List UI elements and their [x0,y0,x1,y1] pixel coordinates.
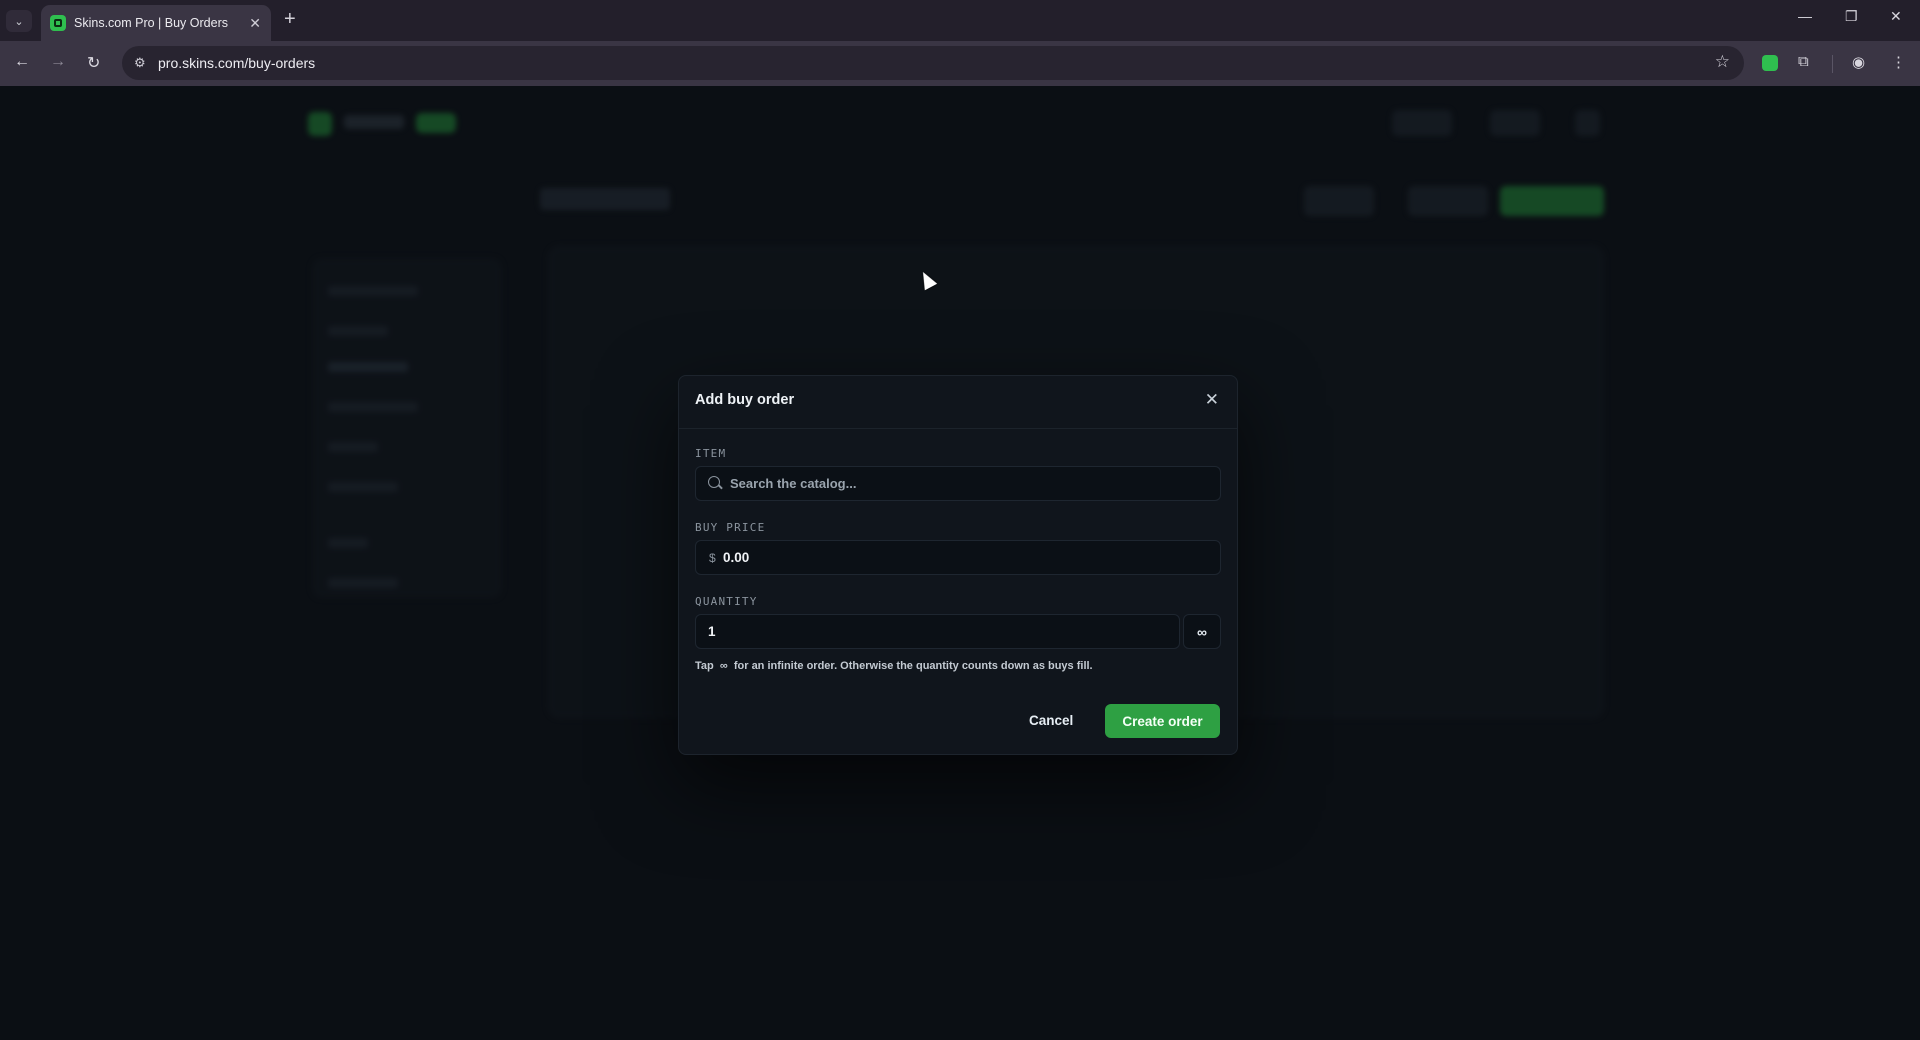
hint-pre: Tap [695,660,714,672]
skins-favicon-icon [50,15,66,31]
tab-close-icon[interactable]: ✕ [249,15,261,32]
item-label: ITEM [695,447,727,460]
browser-toolbar: ← → ↻ ⚙ pro.skins.com/buy-orders ☆ ⧉ ◉ ⋮ [0,41,1920,86]
header-secondary-button [1408,186,1488,216]
more-vertical-icon[interactable]: ⋮ [1891,53,1906,71]
header-balance [1392,110,1452,136]
profile-icon[interactable]: ◉ [1852,53,1865,71]
header-menu [1575,110,1600,136]
url-text[interactable]: pro.skins.com/buy-orders [158,55,315,71]
header-filter-button [1304,186,1374,216]
browser-tab-bar: ⌄ Skins.com Pro | Buy Orders ✕ + — ❐ ✕ [0,0,1920,41]
skins-extension-icon[interactable] [1762,55,1778,71]
site-info-tune-icon[interactable]: ⚙ [134,55,146,71]
currency-symbol: $ [709,551,716,565]
address-bar[interactable]: ⚙ pro.skins.com/buy-orders ☆ [122,46,1744,80]
buy-price-input[interactable]: $ 0.00 [695,540,1221,575]
quantity-input[interactable]: 1 [695,614,1180,649]
buy-price-label: BUY PRICE [695,521,766,534]
item-search-placeholder: Search the catalog... [730,476,857,491]
header-avatar [1490,110,1540,136]
hint-infinity-glyph: ∞ [719,660,728,672]
minimize-icon[interactable]: — [1798,8,1812,24]
hint-post: for an infinite order. Otherwise the qua… [733,660,1093,672]
quantity-value: 1 [708,624,716,639]
dialog-header: Add buy order ✕ [679,376,1237,429]
cancel-button[interactable]: Cancel [1029,713,1073,728]
window-close-icon[interactable]: ✕ [1890,8,1902,25]
toolbar-divider [1832,55,1833,73]
header-primary-button [1500,186,1604,216]
forward-arrow-right-icon[interactable]: → [50,53,66,71]
tab-list-chevron-down-icon[interactable]: ⌄ [6,10,32,32]
search-icon [708,476,720,488]
item-search-input[interactable]: Search the catalog... [695,466,1221,501]
quantity-hint: Tap ∞ for an infinite order. Otherwise t… [695,660,1093,672]
add-buy-order-dialog: Add buy order ✕ ITEM Search the catalog.… [678,375,1238,755]
reload-icon[interactable]: ↻ [87,53,100,73]
infinite-quantity-button[interactable]: ∞ [1183,614,1221,649]
site-logo [308,110,458,136]
close-icon[interactable]: ✕ [1205,390,1219,410]
create-order-button[interactable]: Create order [1105,704,1220,738]
browser-tab-active[interactable]: Skins.com Pro | Buy Orders ✕ [41,5,271,41]
extensions-puzzle-icon[interactable]: ⧉ [1798,53,1809,70]
dialog-title: Add buy order [695,392,795,408]
restore-icon[interactable]: ❐ [1845,8,1858,25]
back-arrow-left-icon[interactable]: ← [14,53,30,71]
new-tab-plus-icon[interactable]: + [284,8,296,31]
quantity-label: QUANTITY [695,595,758,608]
sidebar [312,258,502,598]
bookmark-star-icon[interactable]: ☆ [1715,52,1730,72]
tab-title: Skins.com Pro | Buy Orders [74,16,228,30]
page-title [540,188,670,210]
buy-price-value: 0.00 [723,550,750,565]
